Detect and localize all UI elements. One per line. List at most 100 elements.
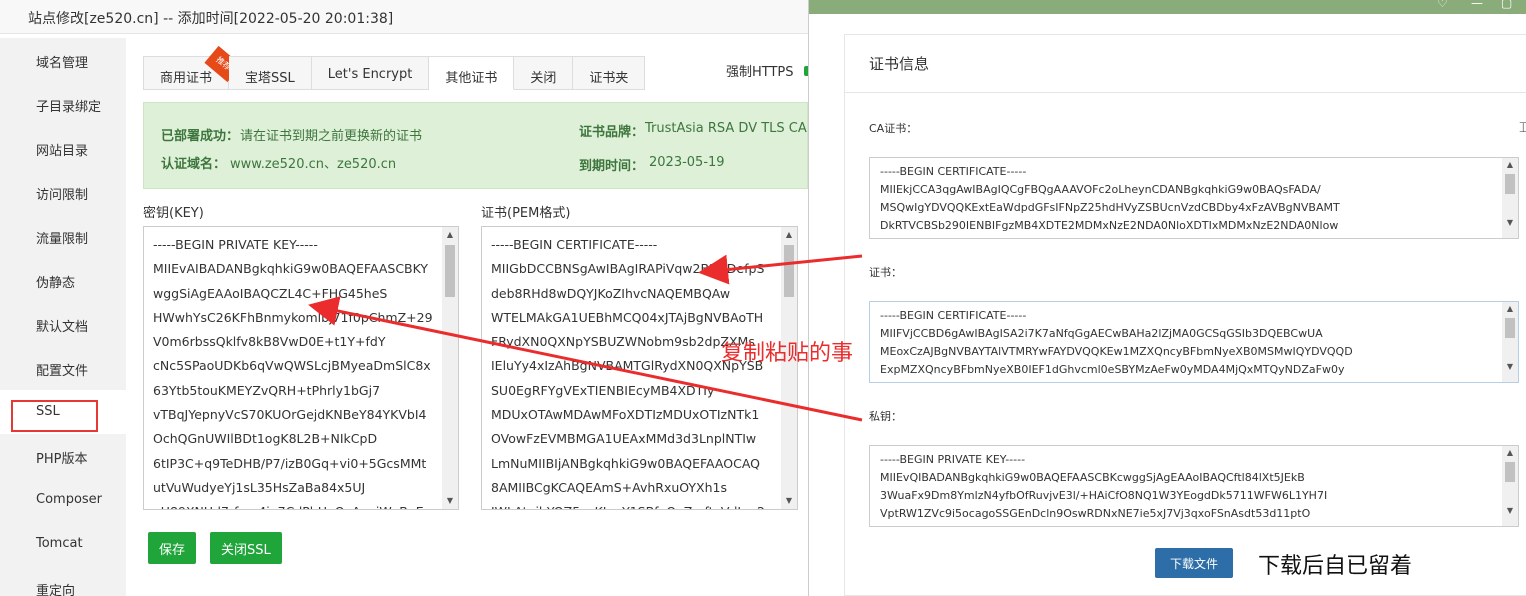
sidebar-item-access-limit[interactable]: 访问限制 (0, 170, 126, 214)
scroll-down-icon[interactable]: ▼ (781, 493, 797, 509)
code-line: -----BEGIN PRIVATE KEY----- (880, 453, 1026, 466)
code-line: WTELMAkGA1UEBhMCQ04xJTAjBgNVBAoTH (491, 309, 764, 325)
sidebar-item-site-dir[interactable]: 网站目录 (0, 126, 126, 170)
sidebar: 域名管理 子目录绑定 网站目录 访问限制 流量限制 伪静态 默认文档 配置文件 … (0, 38, 126, 596)
sidebar-item-tomcat[interactable]: Tomcat (0, 522, 126, 566)
sidebar-item-composer[interactable]: Composer (0, 478, 126, 522)
tab-cert-folder[interactable]: 证书夹 (573, 56, 646, 90)
scroll-up-icon[interactable]: ▲ (1502, 446, 1518, 460)
expiry-value: 2023-05-19 (649, 155, 725, 170)
brand-value: TrustAsia RSA DV TLS CA (645, 121, 807, 136)
cert-content: -----BEGIN CERTIFICATE----- MIIGbDCCBNSgA… (482, 227, 797, 509)
minimize-icon[interactable]: — (1471, 0, 1483, 10)
dialog-title: 站点修改[ze520.cn] -- 添加时间[2022-05-20 20:01:… (0, 0, 808, 34)
code-line: 8AMIIBCgKCAQEAmS+AvhRxuOYXh1s (491, 479, 728, 495)
save-button[interactable]: 保存 (148, 532, 197, 564)
sidebar-item-domain[interactable]: 域名管理 (0, 38, 126, 82)
code-line: wggSiAgEAAoIBAQCZL4C+FHG45heS (153, 285, 388, 301)
scroll-thumb[interactable] (1505, 462, 1515, 482)
ssl-highlight-box (11, 400, 98, 432)
code-line: -----BEGIN CERTIFICATE----- (880, 165, 1027, 178)
tab-bt-ssl[interactable]: 宝塔SSL (229, 56, 312, 90)
maximize-icon[interactable]: ▢ (1501, 0, 1512, 10)
code-line: SU0EgRFYgVExTIENBIEcyMB4XDTIy (491, 382, 715, 398)
code-line: -----BEGIN PRIVATE KEY----- (153, 237, 318, 252)
site-edit-dialog: 站点修改[ze520.cn] -- 添加时间[2022-05-20 20:01:… (0, 0, 808, 596)
brand-label: 证书品牌： (579, 125, 645, 140)
scroll-up-icon[interactable]: ▲ (1502, 302, 1518, 316)
scroll-up-icon[interactable]: ▲ (781, 227, 797, 243)
cert-info-title: 证书信息 (845, 35, 1526, 93)
ca-cert-content: -----BEGIN CERTIFICATE----- MIIEkjCCA3qgA… (870, 158, 1518, 235)
ssl-tabs: 商用证书 推荐 宝塔SSL Let's Encrypt 其他证书 关闭 证书夹 (143, 45, 646, 90)
sidebar-item-php[interactable]: PHP版本 (0, 434, 126, 478)
cert-textarea-right[interactable]: -----BEGIN CERTIFICATE----- MIIFVjCCBD6gA… (869, 301, 1519, 383)
cert-label-right: 证书： (869, 266, 902, 279)
cert-label: 证书(PEM格式) (481, 206, 571, 221)
ca-cert-textarea[interactable]: -----BEGIN CERTIFICATE----- MIIEkjCCA3qgA… (869, 157, 1519, 239)
code-line: -----BEGIN CERTIFICATE----- (880, 309, 1027, 322)
cert-info-panel: ♡ — ▢ 证书信息 CA证书： -----BEGIN CERTIFICATE-… (808, 0, 1526, 596)
panel-topbar: ♡ — ▢ (809, 0, 1526, 14)
sidebar-item-config[interactable]: 配置文件 (0, 346, 126, 390)
key-scrollbar[interactable]: ▲ ▼ (442, 227, 458, 509)
code-line: cNc5SPaoUDKb6qVwQWSLcjBMyeaDmSlC8x (153, 358, 431, 374)
cert-scrollbar-right[interactable]: ▲ ▼ (1502, 302, 1518, 382)
private-key-label: 私钥： (869, 410, 902, 423)
tab-close[interactable]: 关闭 (514, 56, 574, 90)
force-https-label: 强制HTTPS (726, 65, 794, 80)
tab-lets-encrypt[interactable]: Let's Encrypt (311, 56, 430, 90)
deploy-status-box: 已部署成功： 请在证书到期之前更换新的证书 认证域名： www.ze520.cn… (143, 102, 808, 189)
sidebar-item-default-doc[interactable]: 默认文档 (0, 302, 126, 346)
key-textarea[interactable]: -----BEGIN PRIVATE KEY----- MIIEvAIBADANB… (143, 226, 459, 510)
scroll-down-icon[interactable]: ▼ (1502, 216, 1518, 230)
sidebar-item-rewrite[interactable]: 伪静态 (0, 258, 126, 302)
cert-scrollbar[interactable]: ▲ ▼ (781, 227, 797, 509)
code-line: deb8RHd8wDQYJKoZIhvcNAQEMBQAw (491, 285, 731, 301)
expiry-label: 到期时间： (579, 159, 645, 174)
scroll-down-icon[interactable]: ▼ (1502, 360, 1518, 374)
scroll-down-icon[interactable]: ▼ (1502, 504, 1518, 518)
tab-label: 商用证书 (160, 71, 213, 86)
deployed-text: 请在证书到期之前更换新的证书 (240, 129, 423, 144)
cert-info-card: 证书信息 CA证书： -----BEGIN CERTIFICATE----- MI… (844, 34, 1526, 596)
private-key-textarea[interactable]: -----BEGIN PRIVATE KEY----- MIIEvQIBADANB… (869, 445, 1519, 527)
scroll-thumb[interactable] (1505, 318, 1515, 338)
sidebar-item-redirect[interactable]: 重定向 (0, 566, 126, 596)
cert-textarea[interactable]: -----BEGIN CERTIFICATE----- MIIGbDCCBNSgA… (481, 226, 798, 510)
scroll-thumb[interactable] (1505, 174, 1515, 194)
close-ssl-button[interactable]: 关闭SSL (210, 532, 282, 564)
code-line: MIIGbDCCBNSgAwIBAgIRAPiVqw2BLMDefpS (491, 261, 765, 277)
heart-icon[interactable]: ♡ (1437, 0, 1448, 10)
code-line: MIIEvQIBADANBgkqhkiG9w0BAQEFAASCBKcwggSj… (880, 471, 1305, 484)
key-scrollbar-right[interactable]: ▲ ▼ (1502, 446, 1518, 526)
tab-other-cert[interactable]: 其他证书 (429, 56, 515, 90)
scroll-thumb[interactable] (445, 245, 455, 297)
sidebar-item-traffic-limit[interactable]: 流量限制 (0, 214, 126, 258)
code-line: MIIEvAIBADANBgkqhkiG9w0BAQEFAASCBKY (153, 261, 429, 277)
copy-paste-annotation: 复制粘贴的事 (721, 341, 854, 366)
tab-commercial-cert[interactable]: 商用证书 推荐 (143, 45, 242, 90)
key-content: -----BEGIN PRIVATE KEY----- MIIEvAIBADANB… (144, 227, 458, 509)
code-line: HWwhYsC26KFhBnmykomlbj71f0pChmZ+29 (153, 309, 433, 325)
ca-scrollbar[interactable]: ▲ ▼ (1502, 158, 1518, 238)
deployed-label: 已部署成功： (161, 129, 240, 144)
key-label: 密钥(KEY) (143, 206, 204, 221)
code-line: MDUxOTAwMDAwMFoXDTIzMDUxOTIzNTk1 (491, 407, 760, 423)
code-line: IWLAtuihYOZ5spKJogY1SBfaQoZmftyVdJug2 (491, 500, 797, 509)
download-note-annotation: 下载后自已留着 (1258, 554, 1413, 579)
scroll-up-icon[interactable]: ▲ (442, 227, 458, 243)
scroll-up-icon[interactable]: ▲ (1502, 158, 1518, 172)
scroll-thumb[interactable] (784, 245, 794, 297)
code-line: MSQwIgYDVQQKExtEaWdpdGFsIFNpZ25hdHVyZSBU… (880, 201, 1340, 214)
code-line: 3WuaFx9Dm8YmlzN4yfbOfRuvjvE3l/+HAiCfO8NQ… (880, 489, 1328, 502)
download-file-button[interactable]: 下载文件 (1155, 548, 1233, 578)
text-cursor-icon: ⌶ (1519, 120, 1526, 136)
code-line: DkRTVCBSb290IENBIFgzMB4XDTE2MDMxNzE2NDA0… (880, 219, 1339, 232)
domain-label: 认证域名： (161, 157, 227, 172)
scroll-down-icon[interactable]: ▼ (442, 493, 458, 509)
code-line: MIIEkjCCA3qgAwIBAgIQCgFBQgAAAVOFc2oLheyn… (880, 183, 1321, 196)
sidebar-item-subdir[interactable]: 子目录绑定 (0, 82, 126, 126)
code-line: -----BEGIN CERTIFICATE----- (491, 237, 658, 252)
code-line: OchQGnUWIlBDt1ogK8L2B+NIkCpD (153, 431, 378, 447)
